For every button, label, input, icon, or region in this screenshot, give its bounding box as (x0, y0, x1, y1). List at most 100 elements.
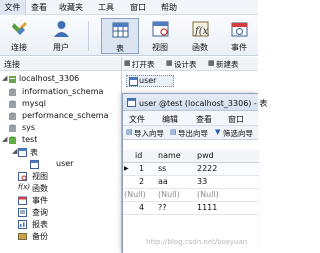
view-button[interactable]: 视图 (143, 18, 177, 54)
event-label: 事件 (231, 43, 247, 52)
table-row[interactable]: ▶ 1 ss 2222 (123, 163, 259, 176)
tw-menu-window[interactable]: 窗口 (228, 114, 244, 125)
connect-label: 连接 (11, 43, 27, 52)
table-window-title: user @test (localhost_3306) - 表 (139, 99, 268, 108)
report-icon (18, 220, 27, 229)
tree-item-events[interactable]: 事件 (18, 195, 120, 207)
cell-pwd[interactable]: 1111 (197, 203, 217, 212)
filter-wizard-button[interactable]: 筛选向导 (223, 128, 253, 139)
function-label: 函数 (192, 43, 208, 52)
tree-item-label: 事件 (32, 196, 48, 205)
view-icon (18, 172, 27, 181)
tree-item-db[interactable]: performance_schema (8, 111, 120, 123)
tree-item-db[interactable]: mysql (8, 99, 120, 111)
table-row[interactable]: 2 aa 33 (123, 176, 259, 189)
tw-menu-file[interactable]: 文件 (129, 114, 145, 125)
user-icon (54, 21, 69, 37)
column-header-pwd[interactable]: pwd (197, 151, 214, 160)
function-button[interactable]: f(x) 函数 (183, 18, 217, 54)
table-row[interactable]: (Null) (Null) (Null) (123, 189, 259, 202)
tree-item-views[interactable]: 视图 (18, 171, 120, 183)
cell-name[interactable]: ss (158, 164, 166, 173)
column-header-id[interactable]: id (135, 151, 142, 160)
data-grid: id name pwd ▶ 1 ss 2222 2 aa 33 (Null) (… (123, 150, 259, 215)
function-icon: f(x) (18, 183, 31, 191)
tree-item-tables[interactable]: ◢ 表 (12, 147, 120, 159)
connection-pane-header: 连接 (0, 57, 121, 71)
menu-window[interactable]: 窗口 (122, 0, 154, 15)
tree-item-db[interactable]: information_schema (8, 87, 120, 99)
collapse-toggle-icon[interactable]: ◢ (2, 135, 7, 143)
cell-name[interactable]: ?? (158, 203, 167, 212)
tree-item-label: 视图 (32, 172, 48, 181)
tree-item-queries[interactable]: 查询 (18, 207, 120, 219)
cell-id[interactable]: 2 (139, 177, 144, 186)
open-table-icon: ▦ (124, 59, 131, 67)
svg-text:f(x): f(x) (194, 26, 209, 37)
tree-item-db[interactable]: sys (8, 123, 120, 135)
event-button[interactable]: 事件 (222, 18, 256, 54)
table-data-window: user @test (localhost_3306) - 表 文件 编辑 查看… (122, 93, 267, 253)
tree-item-backup[interactable]: 备份 (18, 231, 120, 243)
tree-item-label: localhost_3306 (19, 74, 80, 83)
cell-pwd[interactable]: (Null) (197, 190, 219, 199)
cell-pwd[interactable]: 2222 (197, 164, 217, 173)
tw-menu-view[interactable]: 查看 (196, 114, 212, 125)
tree-item-db-test[interactable]: ◢ test (2, 135, 120, 147)
main-toolbar: 连接 用户 表 视图 f(x) 函数 (0, 15, 258, 56)
tree-item-label: 备份 (32, 232, 48, 241)
table-window-title-bar[interactable]: user @test (localhost_3306) - 表 (123, 94, 267, 111)
import-wizard-button[interactable]: 导入向导 (134, 128, 164, 139)
tree-item-functions[interactable]: f(x) 函数 (18, 183, 120, 195)
table-row[interactable]: 4 ?? 1111 (123, 202, 259, 215)
table-icon (129, 77, 138, 86)
server-icon (9, 76, 16, 83)
menu-help[interactable]: 帮助 (154, 0, 184, 15)
menu-view[interactable]: 查看 (26, 0, 52, 15)
table-icon (18, 148, 27, 157)
object-item-user[interactable]: user (126, 75, 174, 87)
cell-pwd[interactable]: 33 (197, 177, 207, 186)
tree-item-server[interactable]: ◢ localhost_3306 (2, 74, 120, 86)
menu-file[interactable]: 文件 (0, 0, 26, 15)
connect-button[interactable]: 连接 (2, 18, 36, 54)
design-table-button[interactable]: 设计表 (174, 59, 197, 70)
database-icon (9, 88, 16, 96)
open-table-button[interactable]: 打开表 (132, 59, 155, 70)
tree-item-label: test (22, 135, 38, 144)
current-row-indicator-icon: ▶ (124, 165, 129, 172)
connect-icon (12, 22, 27, 35)
cell-id[interactable]: (Null) (124, 190, 146, 199)
collapse-toggle-icon[interactable]: ◢ (2, 74, 7, 82)
cell-id[interactable]: 1 (139, 164, 144, 173)
tree-item-label: 查询 (32, 208, 48, 217)
new-table-button[interactable]: 新建表 (216, 59, 239, 70)
tree-item-label: mysql (22, 99, 46, 108)
object-toolbar: ▦ 打开表 ▦ 设计表 ▦ 新建表 (122, 57, 258, 71)
user-label: 用户 (53, 43, 69, 52)
table-icon (127, 98, 136, 107)
user-button[interactable]: 用户 (44, 18, 78, 54)
tree-item-label: 表 (30, 148, 38, 157)
menu-tools[interactable]: 工具 (90, 0, 122, 15)
query-icon (18, 208, 27, 217)
object-item-label: user (139, 76, 157, 85)
table-window-toolbar: ▤ 导入向导 ▤ 导出向导 ▼ 筛选向导 (123, 126, 258, 140)
cell-id[interactable]: 4 (139, 203, 144, 212)
tree-item-reports[interactable]: 报表 (18, 219, 120, 231)
tree-item-label: user (56, 159, 74, 168)
table-button[interactable]: 表 (101, 18, 139, 54)
export-wizard-button[interactable]: 导出向导 (178, 128, 208, 139)
table-icon (112, 22, 129, 38)
tree-item-table-user[interactable]: user (30, 159, 120, 171)
menu-favorites[interactable]: 收藏夹 (52, 0, 90, 15)
tw-menu-edit[interactable]: 编辑 (162, 114, 178, 125)
tree-item-label: information_schema (22, 87, 104, 96)
menu-bar: 文件 查看 收藏夹 工具 窗口 帮助 (0, 0, 258, 15)
collapse-toggle-icon[interactable]: ◢ (12, 147, 17, 155)
database-icon (9, 136, 16, 144)
cell-name[interactable]: (Null) (158, 190, 180, 199)
connection-pane: 连接 ◢ localhost_3306 information_schema m… (0, 57, 122, 253)
cell-name[interactable]: aa (158, 177, 168, 186)
column-header-name[interactable]: name (158, 151, 181, 160)
